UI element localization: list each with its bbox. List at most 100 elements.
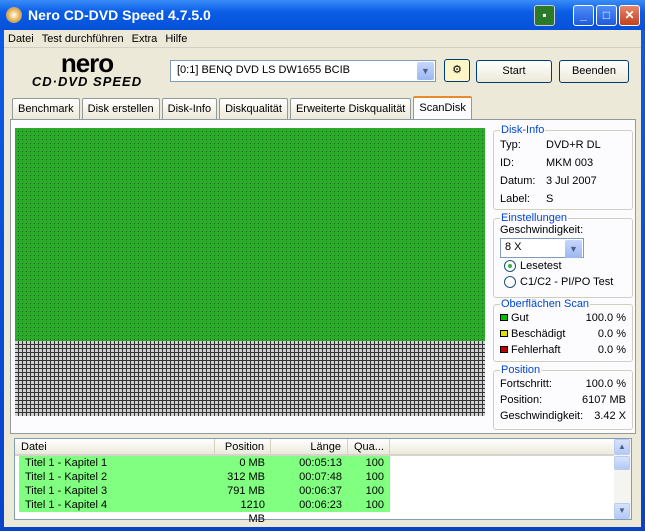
- scan-blocks-good: [15, 128, 485, 341]
- speed-select[interactable]: 8 X ▼: [500, 238, 584, 258]
- title-bar: Nero CD-DVD Speed 4.7.5.0 ▪ _ □ ✕: [0, 0, 645, 30]
- scandisk-panel: Disk-Info Typ: DVD+R DL ID: MKM 003 Datum:…: [10, 119, 636, 434]
- cell-laenge: 00:07:48: [271, 470, 348, 484]
- speed-readout-label: Geschwindigkeit:: [500, 410, 584, 422]
- menu-hilfe[interactable]: Hilfe: [165, 33, 187, 45]
- tab-disk-info[interactable]: Disk-Info: [161, 98, 218, 119]
- logo-speed: CD·DVD SPEED: [31, 74, 143, 89]
- app-window: Nero CD-DVD Speed 4.7.5.0 ▪ _ □ ✕ Datei …: [0, 0, 645, 531]
- chevron-down-icon[interactable]: ▼: [565, 240, 582, 258]
- save-icon[interactable]: ▪: [534, 5, 555, 26]
- cell-laenge: 00:06:23: [271, 498, 348, 512]
- vertical-scrollbar[interactable]: ▲ ▼: [614, 439, 631, 519]
- table-row[interactable]: Titel 1 - Kapitel 4 1210 MB 00:06:23 100: [19, 498, 631, 525]
- date-label: Datum:: [500, 175, 536, 187]
- good-value: 100.0 %: [585, 312, 626, 324]
- menu-test[interactable]: Test durchführen: [42, 33, 124, 45]
- minimize-button[interactable]: _: [573, 5, 594, 26]
- tab-diskqualitaet[interactable]: Diskqualität: [219, 98, 288, 119]
- scroll-up-icon[interactable]: ▲: [614, 439, 630, 455]
- col-laenge[interactable]: Länge: [271, 439, 348, 454]
- cell-position: 312 MB: [215, 470, 271, 484]
- drive-select[interactable]: [0:1] BENQ DVD LS DW1655 BCIB ▼: [170, 60, 436, 82]
- scroll-down-icon[interactable]: ▼: [614, 503, 630, 519]
- type-value: DVD+R DL: [546, 139, 601, 151]
- type-label: Typ:: [500, 139, 521, 151]
- chevron-down-icon[interactable]: ▼: [417, 62, 434, 80]
- scan-blocks-unread: [15, 341, 485, 416]
- progress-value: 100.0 %: [585, 378, 626, 390]
- cell-position: 0 MB: [215, 456, 271, 470]
- radio-checked-icon[interactable]: [504, 260, 516, 272]
- col-qualitaet[interactable]: Qua...: [348, 439, 390, 454]
- surface-legend: Oberflächen Scan: [501, 298, 590, 310]
- disk-info-group: Disk-Info Typ: DVD+R DL ID: MKM 003 Datum:…: [493, 124, 633, 210]
- damaged-label: Beschädigt: [511, 328, 566, 340]
- client-area: Datei Test durchführen Extra Hilfe nero …: [4, 30, 641, 527]
- surface-scan-map: [15, 128, 485, 416]
- progress-label: Fortschritt:: [500, 378, 552, 390]
- radio-lesetest[interactable]: Lesetest: [500, 258, 626, 274]
- tab-benchmark[interactable]: Benchmark: [12, 98, 80, 119]
- tab-erweiterte-diskqualitaet[interactable]: Erweiterte Diskqualität: [289, 98, 412, 119]
- drive-value: [0:1] BENQ DVD LS DW1655 BCIB: [177, 64, 351, 76]
- cell-datei: Titel 1 - Kapitel 1: [19, 456, 215, 470]
- position-label: Position:: [500, 394, 543, 406]
- cell-qualitaet: 100: [348, 456, 390, 470]
- cell-position: 791 MB: [215, 484, 271, 498]
- radio-unchecked-icon[interactable]: [504, 276, 516, 288]
- disk-info-legend: Disk-Info: [501, 124, 545, 136]
- window-title: Nero CD-DVD Speed 4.7.5.0: [28, 7, 211, 23]
- app-icon: [6, 7, 22, 23]
- radio-lesetest-label: Lesetest: [520, 260, 562, 272]
- scroll-thumb[interactable]: [614, 456, 630, 470]
- settings-group: Einstellungen Geschwindigkeit: 8 X ▼ Lese…: [493, 212, 633, 298]
- damaged-value: 0.0 %: [597, 328, 626, 340]
- cell-datei: Titel 1 - Kapitel 4: [19, 498, 215, 512]
- id-value: MKM 003: [546, 157, 594, 169]
- file-list[interactable]: Datei Position Länge Qua... Titel 1 - Ka…: [14, 438, 632, 525]
- speed-value: 8 X: [505, 241, 522, 253]
- maximize-button[interactable]: □: [596, 5, 617, 26]
- table-row[interactable]: Titel 1 - Kapitel 3 791 MB 00:06:37 100: [19, 484, 631, 498]
- surface-scan-group: Oberflächen Scan Gut 100.0 % Beschädigt 0.…: [493, 298, 633, 362]
- position-group: Position Fortschritt: 100.0 % Position: 61…: [493, 364, 633, 430]
- table-row[interactable]: Titel 1 - Kapitel 2 312 MB 00:07:48 100: [19, 470, 631, 484]
- good-label: Gut: [511, 312, 529, 324]
- cell-laenge: 00:06:37: [271, 484, 348, 498]
- speed-label: Geschwindigkeit:: [500, 224, 584, 236]
- cell-datei: Titel 1 - Kapitel 3: [19, 484, 215, 498]
- cell-laenge: 00:05:13: [271, 456, 348, 470]
- bad-label: Fehlerhaft: [511, 344, 561, 356]
- bad-value: 0.0 %: [597, 344, 626, 356]
- bad-color-icon: [500, 346, 508, 353]
- damaged-color-icon: [500, 330, 508, 337]
- close-button[interactable]: ✕: [619, 5, 640, 26]
- logo-nero: nero: [60, 48, 114, 78]
- radio-c1c2-label: C1/C2 - PI/PO Test: [520, 276, 614, 288]
- menu-extra[interactable]: Extra: [132, 33, 158, 45]
- start-button[interactable]: Start: [476, 60, 552, 83]
- position-legend: Position: [501, 364, 541, 376]
- speed-readout-value: 3.42 X: [594, 410, 626, 422]
- list-header: Datei Position Länge Qua...: [15, 439, 631, 456]
- good-color-icon: [500, 314, 508, 321]
- col-datei[interactable]: Datei: [15, 439, 215, 454]
- tab-scandisk[interactable]: ScanDisk: [413, 96, 472, 119]
- col-position[interactable]: Position: [215, 439, 271, 454]
- settings-legend: Einstellungen: [501, 212, 568, 224]
- exit-button[interactable]: Beenden: [559, 60, 629, 83]
- menu-datei[interactable]: Datei: [8, 33, 34, 45]
- date-value: 3 Jul 2007: [546, 175, 597, 187]
- radio-c1c2[interactable]: C1/C2 - PI/PO Test: [500, 274, 626, 290]
- drive-info-button[interactable]: ⚙: [444, 59, 470, 82]
- nero-logo: nero CD·DVD SPEED: [12, 48, 162, 92]
- cell-qualitaet: 100: [348, 484, 390, 498]
- tab-disk-erstellen[interactable]: Disk erstellen: [81, 98, 160, 119]
- menu-bar: Datei Test durchführen Extra Hilfe: [4, 30, 641, 48]
- cell-datei: Titel 1 - Kapitel 2: [19, 470, 215, 484]
- table-row[interactable]: Titel 1 - Kapitel 10 MB 00:05:13 100: [19, 456, 631, 470]
- label-value: S: [546, 193, 554, 205]
- tab-bar: Benchmark Disk erstellen Disk-Info Diskq…: [12, 96, 474, 119]
- cell-position: 1210 MB: [215, 498, 271, 525]
